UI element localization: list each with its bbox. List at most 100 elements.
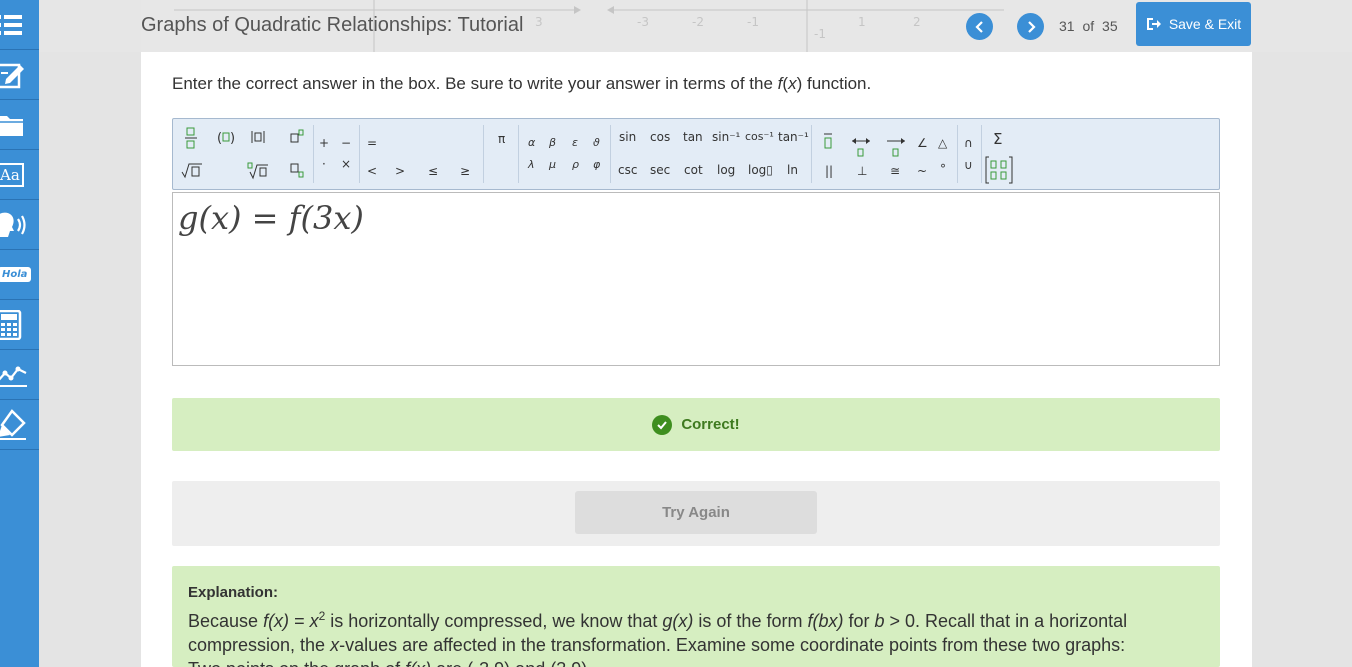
sidebar-item-menu[interactable] <box>0 0 39 50</box>
parentheses-icon[interactable]: () <box>217 130 235 144</box>
angle-button[interactable]: ∠ <box>917 136 928 150</box>
less-than-button[interactable]: < <box>367 164 377 178</box>
explanation-math: b <box>874 611 885 631</box>
highlighter-icon <box>0 408 26 440</box>
correct-feedback: Correct! <box>172 398 1220 451</box>
svg-text:(: ( <box>217 131 222 144</box>
sidebar-item-text-to-speech[interactable] <box>0 200 39 250</box>
mu-button[interactable]: μ <box>549 158 556 171</box>
summation-button[interactable]: Σ <box>993 130 1002 148</box>
log-base-button[interactable]: log▯ <box>748 163 773 177</box>
similar-button[interactable]: ~ <box>917 164 927 178</box>
log-button[interactable]: log <box>717 163 735 177</box>
explanation-text: is of the form <box>693 611 808 631</box>
sidebar-item-calculator[interactable] <box>0 300 39 350</box>
perpendicular-button[interactable]: ⊥ <box>857 164 867 178</box>
arccos-button[interactable]: cos⁻¹ <box>745 130 774 143</box>
congruent-button[interactable]: ≅ <box>890 164 900 178</box>
page-counter: 31 of 35 <box>1059 18 1118 34</box>
pi-button[interactable]: π <box>498 132 505 146</box>
triangle-button[interactable]: △ <box>938 136 947 150</box>
intersection-button[interactable]: ∩ <box>964 136 973 150</box>
times-button[interactable]: × <box>341 157 351 171</box>
explanation-math: g(x) <box>662 611 694 631</box>
arcsin-button[interactable]: sin⁻¹ <box>712 130 740 144</box>
line-icon[interactable] <box>849 134 873 158</box>
union-button[interactable]: ∪ <box>964 158 973 172</box>
lambda-button[interactable]: λ <box>528 158 535 171</box>
try-again-panel: Try Again <box>172 481 1220 546</box>
toolbar-divider <box>483 125 484 183</box>
text-to-speech-icon <box>0 212 26 237</box>
calculator-icon <box>0 309 22 340</box>
ln-button[interactable]: ln <box>787 163 798 177</box>
equals-button[interactable]: = <box>367 136 377 150</box>
explanation-text: for <box>843 611 875 631</box>
prompt-text: Enter the correct answer in the box. Be … <box>172 74 778 93</box>
explanation-math: f(bx) <box>807 611 844 631</box>
matrix-icon[interactable] <box>985 156 1013 184</box>
minus-button[interactable]: − <box>341 136 351 150</box>
less-equal-button[interactable]: ≤ <box>428 164 438 178</box>
faded-graph-right: -3 -2 -1 1 2 -1 <box>607 0 1004 52</box>
sidebar-item-folder[interactable] <box>0 100 39 150</box>
ray-icon[interactable] <box>885 134 907 158</box>
try-again-button[interactable]: Try Again <box>575 491 817 534</box>
alpha-button[interactable]: α <box>528 136 535 149</box>
chevron-left-icon <box>974 20 983 33</box>
save-exit-button[interactable]: Save & Exit <box>1136 2 1251 46</box>
sidebar-item-translate[interactable]: Hola <box>0 250 39 300</box>
epsilon-button[interactable]: ε <box>572 136 578 149</box>
explanation-text: are (-3,9) and (3,9). <box>431 659 592 667</box>
dot-button[interactable]: · <box>322 157 326 171</box>
absolute-value-icon[interactable] <box>251 130 265 144</box>
explanation-math: x <box>309 611 319 631</box>
rho-button[interactable]: ρ <box>572 158 579 171</box>
answer-expression: g(x) = f(3x) <box>178 199 364 237</box>
csc-button[interactable]: csc <box>618 163 637 177</box>
tool-sidebar: Aa Hola <box>0 0 39 667</box>
sidebar-item-highlighter[interactable] <box>0 400 39 450</box>
overline-icon[interactable] <box>823 132 833 150</box>
prompt-function-variable: x <box>788 74 797 93</box>
greater-equal-button[interactable]: ≥ <box>460 164 470 178</box>
tan-button[interactable]: tan <box>683 130 703 144</box>
faded-tick-label: -1 <box>814 27 826 41</box>
chevron-right-icon <box>1027 20 1036 33</box>
exponent-icon[interactable] <box>290 129 304 143</box>
beta-button[interactable]: β <box>549 136 556 149</box>
previous-button[interactable] <box>966 13 993 40</box>
sidebar-item-text-size[interactable]: Aa <box>0 150 39 200</box>
page-total: 35 <box>1102 18 1118 34</box>
nth-root-icon[interactable] <box>247 162 269 180</box>
explanation-math: f(x) <box>263 611 290 631</box>
page-current: 31 <box>1059 18 1075 34</box>
explanation-math: x <box>330 635 340 655</box>
fraction-icon[interactable] <box>185 127 197 149</box>
folder-icon <box>0 115 23 136</box>
theta-button[interactable]: ϑ <box>593 136 600 149</box>
arctan-button[interactable]: tan⁻¹ <box>778 130 809 144</box>
square-root-icon[interactable] <box>181 163 203 179</box>
toolbar-divider <box>981 125 982 183</box>
explanation-panel: Explanation: Because f(x) = x2 is horizo… <box>172 566 1220 667</box>
sidebar-item-graph[interactable] <box>0 350 39 400</box>
parallel-button[interactable]: || <box>825 164 833 178</box>
sec-button[interactable]: sec <box>650 163 670 177</box>
sidebar-item-notepad[interactable] <box>0 50 39 100</box>
phi-button[interactable]: φ <box>593 158 600 171</box>
sin-button[interactable]: sin <box>619 130 636 144</box>
next-button[interactable] <box>1017 13 1044 40</box>
faded-tick-label: 1 <box>858 15 866 29</box>
answer-editor[interactable]: g(x) = f(3x) <box>172 192 1220 366</box>
degree-button[interactable]: ° <box>940 162 946 176</box>
toolbar-divider <box>811 125 812 183</box>
greater-than-button[interactable]: > <box>395 164 405 178</box>
explanation-text: Two points on the graph of <box>188 659 405 667</box>
explanation-text: Because <box>188 611 264 631</box>
math-toolbar: () + − = π α β ε ϑ sin cos tan sin⁻¹ cos… <box>172 118 1220 190</box>
subscript-icon[interactable] <box>290 163 304 179</box>
plus-button[interactable]: + <box>319 136 329 150</box>
cot-button[interactable]: cot <box>684 163 703 177</box>
cos-button[interactable]: cos <box>650 130 670 144</box>
